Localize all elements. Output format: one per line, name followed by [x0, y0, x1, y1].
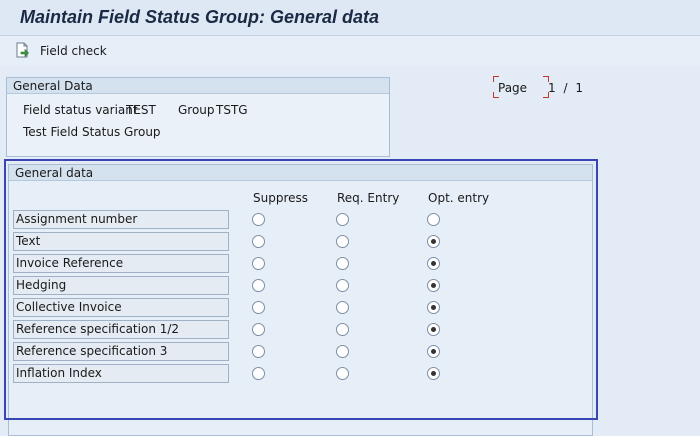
field-label-inflation-index: Inflation Index: [13, 364, 229, 383]
field-label-assignment-number: Assignment number: [13, 210, 229, 229]
column-header-opt-entry: Opt. entry: [428, 191, 490, 205]
document-check-icon: [14, 42, 30, 61]
application-toolbar: Field check: [0, 36, 700, 66]
field-label-invoice-reference: Invoice Reference: [13, 254, 229, 273]
radio-req-entry-assignment-number[interactable]: [336, 213, 349, 226]
radio-suppress-hedging[interactable]: [252, 279, 265, 292]
general-data-box-header: General Data: [7, 78, 389, 94]
radio-req-entry-text[interactable]: [336, 235, 349, 248]
radio-req-entry-collective-invoice[interactable]: [336, 301, 349, 314]
radio-req-entry-reference-specification-1-2[interactable]: [336, 323, 349, 336]
radio-req-entry-reference-specification-3[interactable]: [336, 345, 349, 358]
page-title: Maintain Field Status Group: General dat…: [20, 7, 380, 27]
radio-suppress-text[interactable]: [252, 235, 265, 248]
page-separator: /: [563, 81, 568, 95]
radio-opt-entry-text[interactable]: [427, 235, 440, 248]
radio-suppress-assignment-number[interactable]: [252, 213, 265, 226]
group-label: Group: [178, 103, 215, 117]
field-status-variant-value: TEST: [126, 103, 156, 117]
field-label-reference-specification-3: Reference specification 3: [13, 342, 229, 361]
page-total: 1: [575, 81, 583, 95]
radio-suppress-collective-invoice[interactable]: [252, 301, 265, 314]
radio-req-entry-invoice-reference[interactable]: [336, 257, 349, 270]
radio-suppress-reference-specification-1-2[interactable]: [252, 323, 265, 336]
radio-req-entry-hedging[interactable]: [336, 279, 349, 292]
page-number: 1 / 1: [548, 81, 583, 95]
radio-opt-entry-invoice-reference[interactable]: [427, 257, 440, 270]
field-status-variant-label: Field status variant: [23, 103, 138, 117]
radio-opt-entry-assignment-number[interactable]: [427, 213, 440, 226]
radio-suppress-reference-specification-3[interactable]: [252, 345, 265, 358]
field-label-text: Text: [13, 232, 229, 251]
radio-suppress-invoice-reference[interactable]: [252, 257, 265, 270]
page-indicator[interactable]: Page: [493, 76, 549, 98]
field-label-collective-invoice: Collective Invoice: [13, 298, 229, 317]
field-check-button[interactable]: Field check: [14, 41, 107, 61]
general-data-box: General Data: [6, 77, 390, 157]
radio-opt-entry-reference-specification-1-2[interactable]: [427, 323, 440, 336]
field-label-hedging: Hedging: [13, 276, 229, 295]
radio-opt-entry-hedging[interactable]: [427, 279, 440, 292]
title-bar: Maintain Field Status Group: General dat…: [0, 0, 700, 36]
group-description: Test Field Status Group: [23, 125, 161, 139]
column-header-suppress: Suppress: [253, 191, 309, 205]
page-label: Page: [498, 81, 528, 95]
field-label-reference-specification-1-2: Reference specification 1/2: [13, 320, 229, 339]
radio-opt-entry-inflation-index[interactable]: [427, 367, 440, 380]
group-value: TSTG: [216, 103, 248, 117]
radio-opt-entry-reference-specification-3[interactable]: [427, 345, 440, 358]
radio-opt-entry-collective-invoice[interactable]: [427, 301, 440, 314]
field-check-label: Field check: [40, 44, 107, 58]
radio-req-entry-inflation-index[interactable]: [336, 367, 349, 380]
page-current: 1: [548, 81, 556, 95]
radio-suppress-inflation-index[interactable]: [252, 367, 265, 380]
column-header-req-entry: Req. Entry: [337, 191, 400, 205]
